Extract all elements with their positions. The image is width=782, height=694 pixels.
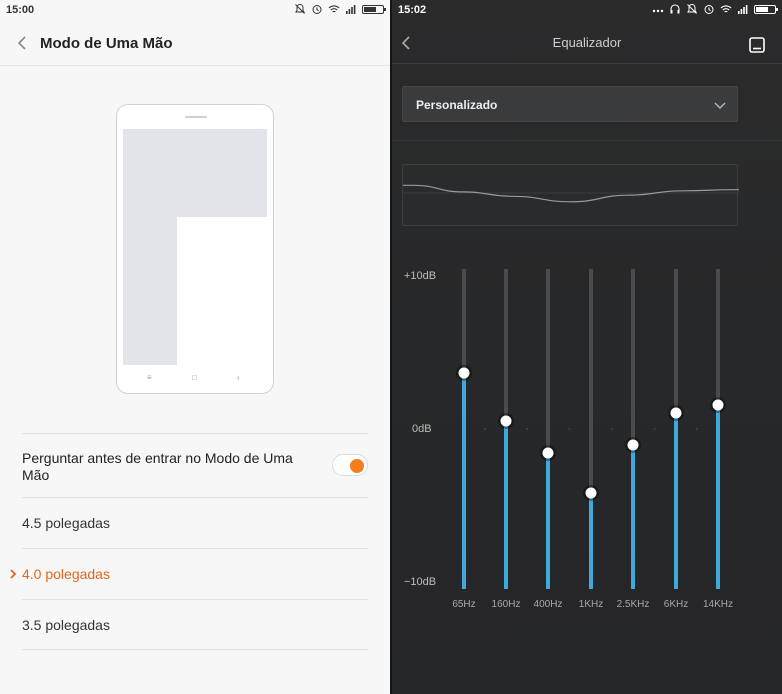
phone-nav-keys: ≡ □ ‹	[117, 373, 273, 387]
status-time: 15:00	[6, 4, 35, 16]
check-chevron-icon	[8, 567, 18, 579]
phone-speaker	[185, 116, 207, 118]
eq-slider-knob[interactable]	[670, 407, 682, 419]
eq-slider-fill	[462, 373, 466, 589]
zero-db-guide-dot	[696, 428, 698, 430]
preset-dropdown[interactable]: Personalizado	[402, 86, 738, 122]
home-key-icon: □	[192, 373, 197, 382]
signal-icon	[737, 3, 749, 15]
one-hand-preview-illustration: ≡ □ ‹	[116, 104, 274, 394]
zero-db-guide-dot	[526, 428, 528, 430]
db-min-label: −10dB	[404, 576, 437, 588]
signal-icon	[345, 3, 357, 15]
eq-curve	[403, 184, 739, 203]
header: Modo de Uma Mão	[0, 20, 390, 66]
eq-slider-fill	[674, 413, 678, 589]
mute-icon	[686, 3, 698, 15]
zero-db-guide-dot	[568, 428, 571, 430]
wifi-icon	[720, 3, 732, 15]
alarm-icon	[311, 3, 323, 15]
battery-icon	[362, 4, 386, 14]
eq-slider-knob[interactable]	[627, 439, 639, 451]
equalizer-slider-graphic	[456, 269, 726, 589]
section-divider	[392, 140, 782, 141]
option-row-4-0[interactable]: 4.0 polegadas	[10, 548, 368, 599]
db-max-label: +10dB	[404, 270, 437, 282]
frequency-label: 14KHz	[702, 599, 733, 610]
eq-curve-line	[403, 184, 739, 203]
status-bar: 15:02	[392, 0, 782, 20]
option-label: 3.5 polegadas	[22, 617, 110, 633]
toggle-knob	[350, 459, 364, 473]
eq-slider-fill	[504, 421, 508, 589]
eq-slider-fill	[631, 445, 635, 589]
save-icon[interactable]	[748, 36, 766, 54]
eq-slider-fill	[716, 405, 720, 589]
db-mid-label: 0dB	[412, 423, 432, 435]
option-label-selected: 4.0 polegadas	[22, 566, 110, 582]
phone-screen	[123, 129, 267, 365]
eq-slider-knob[interactable]	[712, 399, 724, 411]
option-label: 4.5 polegadas	[22, 515, 110, 531]
eq-slider-knob[interactable]	[458, 367, 470, 379]
eq-curve-preview	[402, 164, 739, 226]
eq-slider-fill	[589, 493, 593, 589]
option-row-3-5[interactable]: 3.5 polegadas	[22, 599, 368, 650]
alarm-icon	[703, 3, 715, 15]
status-time: 15:02	[398, 4, 427, 16]
chevron-down-icon	[713, 98, 727, 110]
mute-icon	[294, 3, 306, 15]
headset-icon	[669, 3, 681, 15]
status-bar: 15:00	[0, 0, 390, 20]
header: Equalizador	[392, 20, 782, 64]
eq-slider-knob[interactable]	[542, 447, 554, 459]
ask-before-entering-label: Perguntar antes de entrar no Modo de Uma…	[22, 450, 293, 483]
back-arrow-icon[interactable]	[14, 33, 32, 53]
battery-icon	[754, 4, 778, 14]
option-row-4-5[interactable]: 4.5 polegadas	[22, 497, 368, 548]
wifi-icon	[328, 3, 340, 15]
eq-slider-knob[interactable]	[500, 415, 512, 427]
ask-before-entering-toggle[interactable]	[332, 454, 368, 476]
eq-slider-fill	[546, 453, 550, 589]
zero-db-guide-dot	[653, 428, 656, 430]
ask-before-entering-row[interactable]: Perguntar antes de entrar no Modo de Uma…	[22, 433, 368, 497]
back-key-icon: ‹	[237, 373, 240, 382]
preset-value: Personalizado	[416, 98, 498, 112]
equalizer-screen: 15:02 Equalizador Personalizado +10dB 0d…	[392, 0, 782, 694]
zero-db-guide-dot	[611, 428, 613, 430]
more-dots-icon	[652, 3, 664, 15]
page-title: Equalizador	[552, 35, 622, 50]
eq-slider-knob[interactable]	[585, 487, 597, 499]
equalizer-sliders: +10dB 0dB −10dB 65Hz 160Hz 400Hz 1KHz 2.5KHz…	[392, 255, 782, 635]
zero-db-guide-dot	[484, 428, 486, 430]
page-title: Modo de Uma Mão	[40, 35, 173, 52]
one-hand-mode-screen: 15:00 Modo de Uma Mão ≡ □ ‹ Perguntar an…	[0, 0, 390, 694]
reduced-screen-area	[177, 217, 267, 365]
menu-key-icon: ≡	[147, 373, 152, 382]
